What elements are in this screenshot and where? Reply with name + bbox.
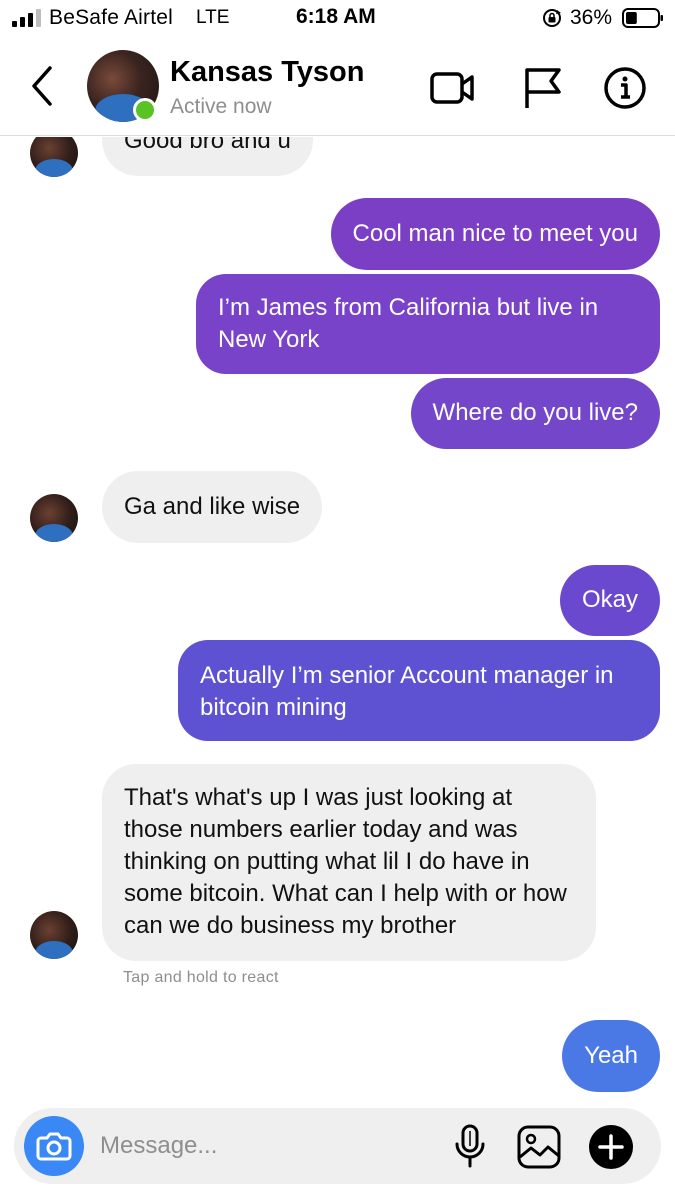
incoming-message[interactable]: That's what's up I was just looking at t… [102,764,596,961]
message-thread[interactable]: Good bro and u Cool man nice to meet you… [0,137,675,1105]
react-hint: Tap and hold to react [123,969,279,986]
network-type: LTE [196,7,230,28]
incoming-message[interactable]: Good bro and u [102,137,313,176]
chat-header: Kansas Tyson Active now [0,36,675,136]
outgoing-message[interactable]: Yeah [562,1020,660,1092]
plus-icon[interactable] [588,1124,634,1170]
battery-percent: 36% [570,6,613,29]
microphone-icon[interactable] [450,1124,490,1168]
status-bar: BeSafe Airtel LTE 6:18 AM 36% [0,0,675,36]
gallery-icon[interactable] [516,1124,562,1170]
battery-icon [622,8,663,28]
incoming-message[interactable]: Ga and like wise [102,471,323,543]
camera-button[interactable] [24,1116,84,1176]
outgoing-message[interactable]: Cool man nice to meet you [330,198,660,270]
camera-icon [36,1132,72,1161]
outgoing-message[interactable]: Actually I’m senior Account manager in b… [178,640,660,741]
rotation-lock-icon [543,9,561,27]
carrier-name: BeSafe Airtel [49,6,174,29]
back-icon[interactable] [28,64,58,108]
signal-icon [12,9,41,27]
contact-active-status: Active now [170,95,272,118]
outgoing-message[interactable]: Okay [559,565,660,636]
message-composer [14,1108,661,1184]
contact-name[interactable]: Kansas Tyson [170,56,364,89]
clock: 6:18 AM [296,5,376,28]
message-input[interactable] [100,1128,430,1164]
sender-avatar[interactable] [30,137,78,177]
active-status-dot [133,98,157,122]
info-icon[interactable] [603,66,647,110]
video-call-icon[interactable] [430,66,474,110]
sender-avatar[interactable] [30,911,78,959]
flag-icon[interactable] [521,66,565,110]
sender-avatar[interactable] [30,494,78,542]
outgoing-message[interactable]: I’m James from California but live in Ne… [196,274,660,374]
outgoing-message[interactable]: Where do you live? [410,378,660,449]
